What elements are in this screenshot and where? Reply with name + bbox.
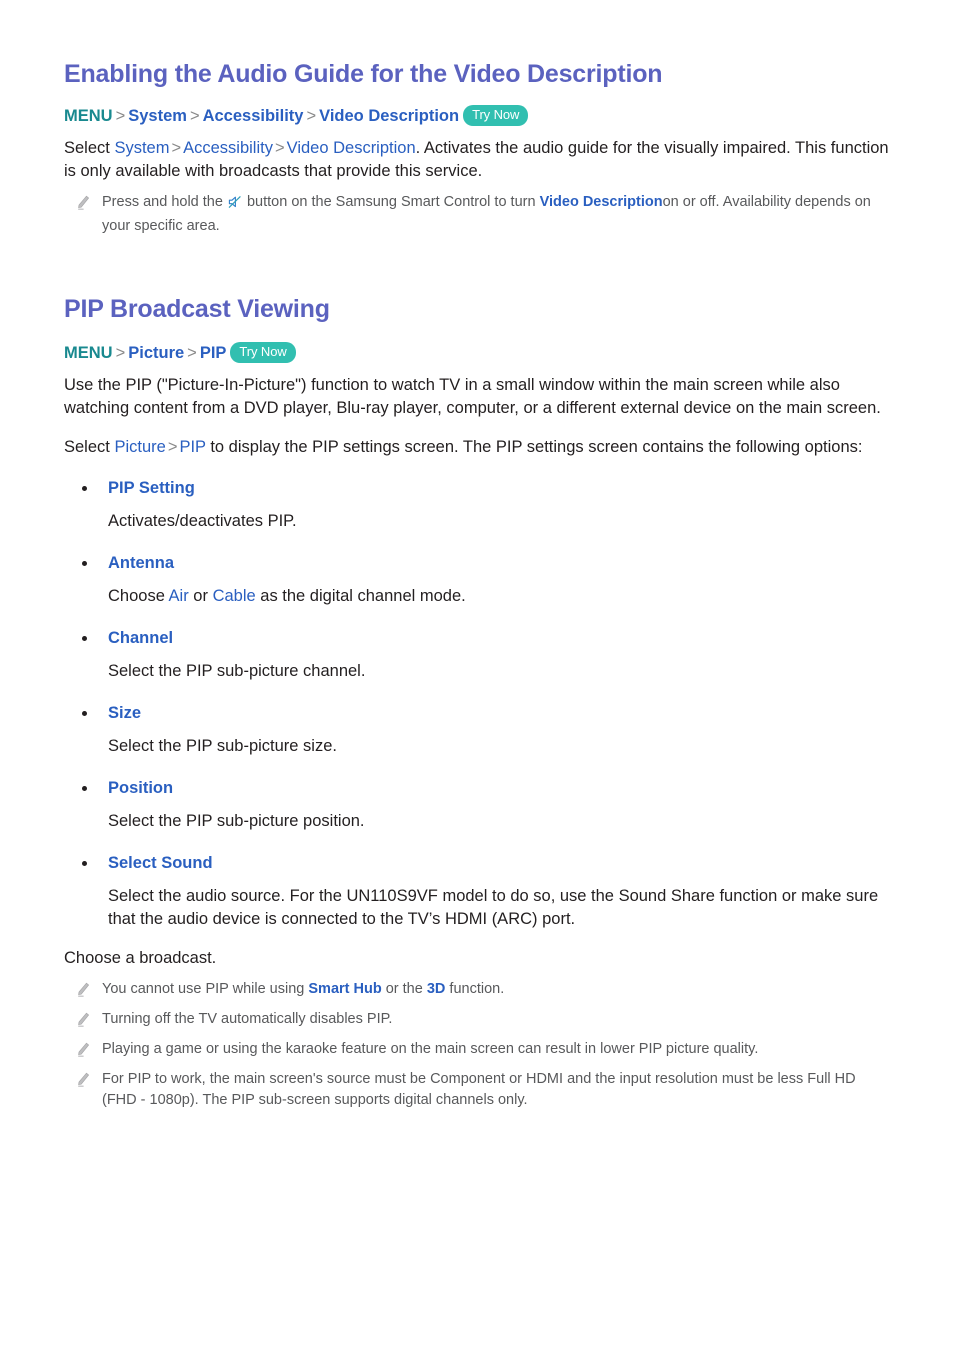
link-smart-hub[interactable]: Smart Hub — [308, 981, 381, 997]
try-now-badge[interactable]: Try Now — [463, 105, 529, 126]
note-part-1: You cannot use PIP while using — [102, 981, 309, 997]
paragraph-video-description: Select System > Accessibility > Video Descri… — [64, 137, 890, 183]
link-picture[interactable]: Picture — [114, 438, 165, 456]
list-item: Select Sound Select the audio source. Fo… — [64, 852, 890, 931]
menu-root-label: MENU — [64, 107, 113, 125]
inline-separator: > — [274, 139, 285, 157]
text-tail: as the digital channel mode. — [255, 587, 466, 605]
option-label-select-sound[interactable]: Select Sound — [64, 852, 890, 875]
note-part-1: Press and hold the — [102, 194, 223, 210]
link-video-description[interactable]: Video Description — [287, 139, 416, 157]
option-label-text: Channel — [108, 629, 174, 647]
option-label-pip-setting[interactable]: PIP Setting — [64, 477, 890, 500]
link-3d[interactable]: 3D — [427, 981, 446, 997]
pencil-icon — [76, 1012, 98, 1028]
note-text: For PIP to work, the main screen's sourc… — [102, 1071, 856, 1108]
option-description: Select the PIP sub-picture position. — [108, 812, 365, 830]
link-system[interactable]: System — [114, 139, 169, 157]
pip-options-list: PIP Setting Activates/deactivates PIP. A… — [64, 477, 890, 931]
pencil-icon — [76, 1072, 98, 1088]
note-text: Press and hold the button on the Samsung… — [98, 192, 890, 237]
link-air[interactable]: Air — [169, 587, 189, 605]
option-label-text: PIP Setting — [108, 479, 195, 497]
list-item: Position Select the PIP sub-picture posi… — [64, 777, 890, 833]
note-part-2: button on the Samsung Smart Control to t… — [246, 194, 536, 210]
option-description: Select the audio source. For the UN110S9… — [108, 887, 879, 928]
bullet-icon — [82, 786, 87, 791]
option-description: Activates/deactivates PIP. — [108, 512, 297, 530]
menu-item-picture[interactable]: Picture — [128, 344, 184, 362]
menu-separator: > — [115, 344, 126, 362]
pencil-icon — [76, 195, 98, 211]
option-label-text: Select Sound — [108, 854, 213, 872]
document-page: Enabling the Audio Guide for the Video D… — [0, 0, 954, 1350]
menu-item-pip[interactable]: PIP — [200, 344, 227, 362]
note-turning-off-tv: Turning off the TV automatically disable… — [64, 1009, 890, 1030]
inline-separator: > — [167, 438, 178, 456]
note-text: Turning off the TV automatically disable… — [102, 1011, 393, 1027]
text-mid: or — [188, 587, 213, 605]
option-label-antenna[interactable]: Antenna — [64, 552, 890, 575]
option-label-text: Position — [108, 779, 174, 797]
note-source-resolution: For PIP to work, the main screen's sourc… — [64, 1069, 890, 1111]
link-video-description[interactable]: Video Description — [540, 194, 663, 210]
list-item: Antenna Choose Air or Cable as the digit… — [64, 552, 890, 608]
bullet-icon — [82, 561, 87, 566]
pencil-icon — [76, 982, 98, 998]
option-label-text: Size — [108, 704, 142, 722]
text-tail: to display the PIP settings screen. The … — [205, 438, 863, 456]
bullet-icon — [82, 636, 87, 641]
option-label-size[interactable]: Size — [64, 702, 890, 725]
bullet-icon — [82, 861, 87, 866]
link-pip[interactable]: PIP — [179, 438, 205, 456]
try-now-badge[interactable]: Try Now — [230, 342, 296, 363]
menu-item-system[interactable]: System — [128, 107, 187, 125]
text-lead: Select — [64, 139, 115, 157]
list-item: Channel Select the PIP sub-picture chann… — [64, 627, 890, 683]
paragraph-pip-intro: Use the PIP ("Picture-In-Picture") funct… — [64, 376, 881, 417]
option-label-channel[interactable]: Channel — [64, 627, 890, 650]
option-label-text: Antenna — [108, 554, 174, 572]
link-accessibility[interactable]: Accessibility — [183, 139, 273, 157]
text-lead: Choose — [108, 587, 169, 605]
note-smart-hub-3d: You cannot use PIP while using Smart Hub… — [64, 979, 890, 1000]
menu-path-pip: MENU > Picture > PIP Try Now — [64, 341, 890, 365]
menu-item-video-description[interactable]: Video Description — [319, 107, 459, 125]
bullet-icon — [82, 486, 87, 491]
note-text: You cannot use PIP while using Smart Hub… — [98, 979, 890, 1000]
page-title-pip: PIP Broadcast Viewing — [64, 295, 330, 323]
inline-separator: > — [171, 139, 182, 157]
page-title-video-description: Enabling the Audio Guide for the Video D… — [64, 60, 663, 88]
menu-item-accessibility[interactable]: Accessibility — [203, 107, 304, 125]
list-item: Size Select the PIP sub-picture size. — [64, 702, 890, 758]
menu-separator: > — [306, 107, 317, 125]
list-item: PIP Setting Activates/deactivates PIP. — [64, 477, 890, 533]
option-description: Select the PIP sub-picture channel. — [108, 662, 366, 680]
note-part-2: or the — [381, 981, 427, 997]
menu-path-video-description: MENU > System > Accessibility > Video Descript… — [64, 104, 890, 128]
note-text: Playing a game or using the karaoke feat… — [102, 1041, 759, 1057]
paragraph-pip-select: Select Picture > PIP to display the PIP se… — [64, 436, 890, 459]
menu-separator: > — [187, 344, 197, 362]
option-description: Choose Air or Cable as the digital chann… — [64, 585, 890, 608]
note-video-description: Press and hold the button on the Samsung… — [64, 192, 890, 237]
note-part-3: function. — [445, 981, 505, 997]
menu-separator: > — [189, 107, 200, 125]
note-game-karaoke: Playing a game or using the karaoke feat… — [64, 1039, 890, 1060]
option-label-position[interactable]: Position — [64, 777, 890, 800]
menu-root-label: MENU — [64, 344, 113, 362]
option-description: Select the PIP sub-picture size. — [108, 737, 337, 755]
menu-separator: > — [115, 107, 126, 125]
text-lead: Select — [64, 438, 115, 456]
bullet-icon — [82, 711, 87, 716]
mute-button-icon — [228, 195, 242, 216]
paragraph-choose-broadcast: Choose a broadcast. — [64, 949, 217, 967]
pencil-icon — [76, 1042, 98, 1058]
link-cable[interactable]: Cable — [213, 587, 256, 605]
